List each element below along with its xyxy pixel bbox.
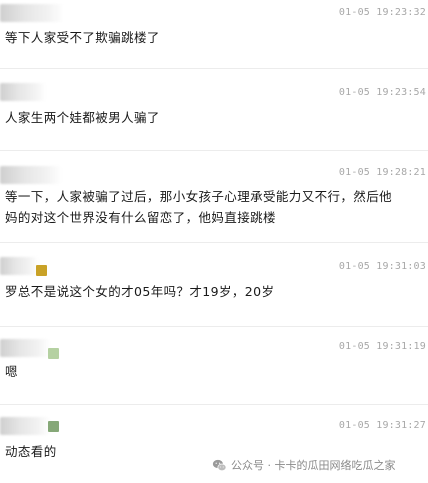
comment-timestamp: 01-05 19:31:19 [338, 341, 426, 352]
username-blurred [0, 83, 46, 101]
username-blurred [0, 166, 62, 184]
wechat-icon [212, 459, 227, 471]
divider [0, 404, 428, 405]
comment-item: 01-05 19:23:32 等下人家受不了欺骗跳楼了 [0, 0, 428, 68]
avatar-chip [36, 265, 47, 276]
watermark-text: 公众号 · 卡卡的瓜田网络吃瓜之家 [231, 459, 396, 472]
comment-timestamp: 01-05 19:23:32 [338, 7, 426, 18]
username-blurred [0, 4, 64, 22]
divider [0, 68, 428, 69]
comment-text: 嗯 [5, 364, 18, 379]
comment-text: 等下人家受不了欺骗跳楼了 [5, 30, 160, 45]
comment-timestamp: 01-05 19:23:54 [338, 87, 426, 98]
avatar-chip [48, 421, 59, 432]
avatar-chip [48, 348, 59, 359]
comment-item: 01-05 19:31:03 罗总不是说这个女的才05年吗？才19岁，20岁 [0, 254, 428, 324]
comment-timestamp: 01-05 19:31:27 [338, 420, 426, 431]
comment-timestamp: 01-05 19:28:21 [338, 167, 426, 178]
comment-text: 人家生两个娃都被男人骗了 [5, 110, 160, 125]
divider [0, 150, 428, 151]
comment-timestamp: 01-05 19:31:03 [338, 261, 426, 272]
comment-item: 01-05 19:28:21 等一下，人家被骗了过后，那小女孩子心理承受能力又不… [0, 162, 428, 240]
comment-item: 01-05 19:31:19 嗯 [0, 336, 428, 406]
username-blurred [0, 339, 50, 357]
divider [0, 242, 428, 243]
divider [0, 326, 428, 327]
username-blurred [0, 417, 50, 435]
username-blurred [0, 257, 38, 275]
comment-text: 等一下，人家被骗了过后，那小女孩子心理承受能力又不行，然后他妈的对这个世界没有什… [5, 189, 393, 225]
comment-item: 01-05 19:23:54 人家生两个娃都被男人骗了 [0, 80, 428, 150]
comment-text: 罗总不是说这个女的才05年吗？才19岁，20岁 [5, 284, 275, 299]
watermark: 公众号 · 卡卡的瓜田网络吃瓜之家 [212, 457, 396, 473]
